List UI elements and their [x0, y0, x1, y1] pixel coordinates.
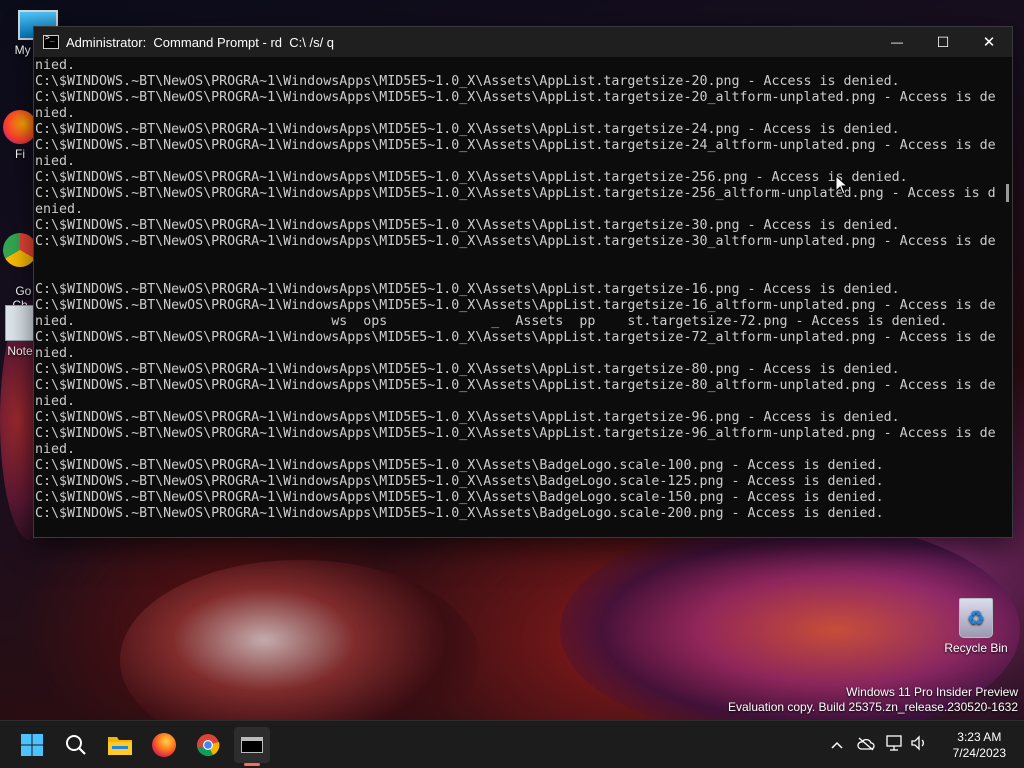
volume-icon[interactable] [908, 735, 930, 755]
maximize-icon: ☐ [936, 33, 950, 50]
os-watermark: Windows 11 Pro Insider Preview Evaluatio… [728, 685, 1018, 714]
taskbar: 3:23 AM 7/24/2023 [0, 720, 1024, 768]
console-line: nied. [35, 394, 76, 409]
chrome-button[interactable] [190, 727, 226, 763]
clock-date: 7/24/2023 [952, 746, 1006, 760]
onedrive-offline-icon[interactable] [852, 736, 880, 755]
desktop-icon-label: Recycle Bin [944, 641, 1008, 655]
desktop-icon-recycle-bin[interactable]: ♻ Recycle Bin [944, 598, 1008, 655]
console-line: C:\$WINDOWS.~BT\NewOS\PROGRA~1\WindowsAp… [35, 298, 996, 313]
console-line: C:\$WINDOWS.~BT\NewOS\PROGRA~1\WindowsAp… [35, 410, 900, 425]
cmd-app-icon[interactable] [43, 33, 59, 49]
notepad-icon [5, 305, 35, 341]
terminal-button[interactable] [234, 727, 270, 766]
console-line: nied. [35, 58, 76, 73]
console-line: C:\$WINDOWS.~BT\NewOS\PROGRA~1\WindowsAp… [35, 426, 996, 441]
desktop-icon-label: Fi [15, 147, 25, 161]
file-explorer-button[interactable] [102, 727, 138, 763]
close-icon: ✕ [982, 34, 996, 51]
console-line: C:\$WINDOWS.~BT\NewOS\PROGRA~1\WindowsAp… [35, 234, 996, 249]
clock-time: 3:23 AM [957, 730, 1002, 744]
console-line: enied. [35, 202, 84, 217]
scrollbar-thumb[interactable] [1006, 184, 1009, 202]
console-line: nied. [35, 154, 76, 169]
console-output[interactable]: nied. C:\$WINDOWS.~BT\NewOS\PROGRA~1\Wind… [34, 57, 1002, 537]
firefox-icon [3, 110, 37, 144]
console-line: C:\$WINDOWS.~BT\NewOS\PROGRA~1\WindowsAp… [35, 186, 996, 201]
console-line: C:\$WINDOWS.~BT\NewOS\PROGRA~1\WindowsAp… [35, 90, 996, 105]
firefox-icon [152, 733, 176, 757]
console-line: nied. [35, 106, 76, 121]
window-titlebar[interactable]: Administrator: Command Prompt - rd C:\ /… [34, 27, 1012, 57]
folder-icon [108, 737, 132, 755]
console-line: C:\$WINDOWS.~BT\NewOS\PROGRA~1\WindowsAp… [35, 458, 884, 473]
console-line: C:\$WINDOWS.~BT\NewOS\PROGRA~1\WindowsAp… [35, 362, 900, 377]
watermark-line-1: Windows 11 Pro Insider Preview [846, 685, 1018, 699]
console-line: C:\$WINDOWS.~BT\NewOS\PROGRA~1\WindowsAp… [35, 218, 900, 233]
console-line: C:\$WINDOWS.~BT\NewOS\PROGRA~1\WindowsAp… [35, 330, 996, 345]
search-icon [66, 735, 86, 755]
console-line: C:\$WINDOWS.~BT\NewOS\PROGRA~1\WindowsAp… [35, 378, 996, 393]
firefox-button[interactable] [146, 727, 182, 763]
taskbar-clock[interactable]: 3:23 AM 7/24/2023 [953, 729, 1006, 761]
console-scrollbar[interactable] [1002, 57, 1012, 537]
recycle-bin-icon: ♻ [959, 598, 993, 638]
windows-logo-icon [21, 734, 43, 756]
terminal-icon [241, 737, 263, 753]
start-button[interactable] [14, 727, 50, 763]
system-tray [828, 721, 930, 768]
console-line: C:\$WINDOWS.~BT\NewOS\PROGRA~1\WindowsAp… [35, 138, 996, 153]
console-line: C:\$WINDOWS.~BT\NewOS\PROGRA~1\WindowsAp… [35, 122, 900, 137]
chevron-up-icon[interactable] [828, 738, 846, 752]
chrome-icon [3, 233, 37, 267]
minimize-button[interactable]: — [874, 27, 920, 57]
console-line: C:\$WINDOWS.~BT\NewOS\PROGRA~1\WindowsAp… [35, 506, 884, 521]
maximize-button[interactable]: ☐ [920, 27, 966, 57]
minimize-icon: — [891, 35, 903, 49]
mouse-cursor-icon [835, 175, 849, 195]
console-line: nied. [35, 442, 76, 457]
console-line: C:\$WINDOWS.~BT\NewOS\PROGRA~1\WindowsAp… [35, 170, 908, 185]
close-button[interactable]: ✕ [966, 27, 1012, 57]
console-line: C:\$WINDOWS.~BT\NewOS\PROGRA~1\WindowsAp… [35, 74, 900, 89]
search-button[interactable] [58, 727, 94, 763]
window-title: Administrator: Command Prompt - rd C:\ /… [66, 34, 335, 50]
command-prompt-window[interactable]: Administrator: Command Prompt - rd C:\ /… [33, 26, 1013, 538]
desktop-icon-label: Note [7, 344, 33, 358]
watermark-line-2: Evaluation copy. Build 25375.zn_release.… [728, 700, 1018, 714]
console-line: C:\$WINDOWS.~BT\NewOS\PROGRA~1\WindowsAp… [35, 474, 884, 489]
active-app-indicator [244, 763, 260, 766]
network-icon[interactable] [884, 735, 906, 755]
console-line: C:\$WINDOWS.~BT\NewOS\PROGRA~1\WindowsAp… [35, 282, 900, 297]
console-line: nied. [35, 346, 76, 361]
console-line: C:\$WINDOWS.~BT\NewOS\PROGRA~1\WindowsAp… [35, 490, 884, 505]
console-line: nied. ws ops _ Assets pp st.targetsize-7… [35, 314, 948, 329]
chrome-icon [197, 734, 220, 757]
